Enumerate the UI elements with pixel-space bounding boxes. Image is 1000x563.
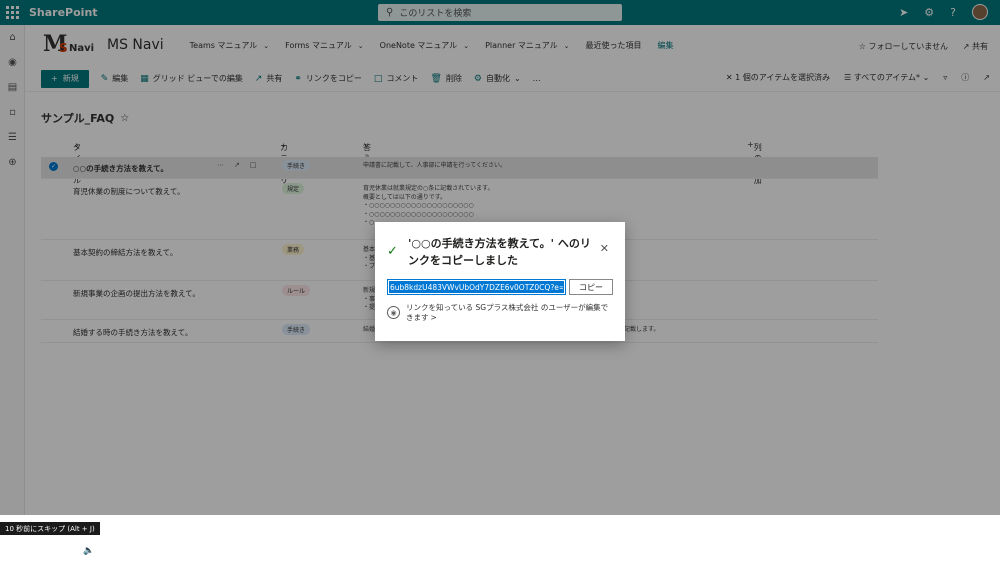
- settings-icon[interactable]: ⚙: [963, 544, 971, 554]
- progress-fill: [7, 535, 618, 538]
- checkmark-icon: ✓: [387, 244, 398, 259]
- player-controls: ▷ ↺ ↻ 🔈 5:40 / 9:09 ▤ 1x ⚙ ⤢: [0, 541, 1000, 561]
- progress-knob[interactable]: [615, 533, 622, 540]
- fullscreen-icon[interactable]: ⤢: [983, 544, 990, 554]
- permission-settings-link[interactable]: リンクを知っている SGプラス株式会社 のユーザーが編集できます >: [406, 303, 611, 323]
- close-icon[interactable]: ✕: [600, 242, 609, 255]
- speed-button[interactable]: 1x: [940, 544, 951, 554]
- skip-back-tooltip: 10 秒前にスキップ (Alt + J): [0, 522, 100, 535]
- link-input[interactable]: [389, 281, 564, 293]
- copy-button[interactable]: コピー: [569, 279, 613, 295]
- dialog-title: '○○の手続き方法を教えて。' へのリンクをコピーしました: [408, 237, 591, 267]
- skip-forward-icon[interactable]: ↻: [58, 546, 72, 556]
- globe-icon: ◉: [387, 306, 400, 319]
- play-icon[interactable]: ▷: [10, 546, 24, 556]
- progress-bar[interactable]: [7, 533, 993, 540]
- volume-icon[interactable]: 🔈: [82, 546, 96, 556]
- copy-link-dialog: ✓ '○○の手続き方法を教えて。' へのリンクをコピーしました ✕ コピー ◉ …: [375, 222, 625, 341]
- time-display: 5:40 / 9:09: [110, 546, 154, 556]
- captions-icon[interactable]: ▤: [919, 544, 928, 554]
- link-field[interactable]: [387, 279, 566, 295]
- chevron-right-icon: >: [430, 313, 437, 322]
- skip-back-icon[interactable]: ↺: [34, 546, 48, 556]
